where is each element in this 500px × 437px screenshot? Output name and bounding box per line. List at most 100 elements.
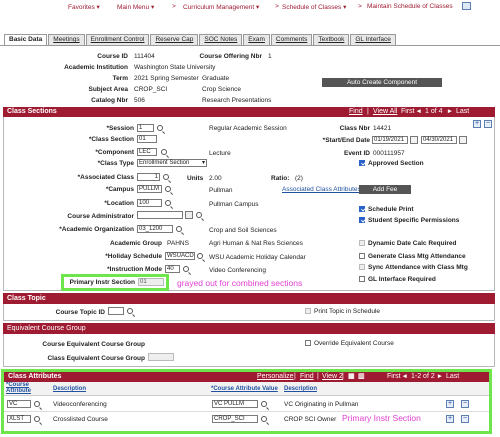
academic-org-input[interactable]: 03_1200 [137, 225, 173, 233]
attributes-last[interactable]: Last [446, 372, 459, 382]
holiday-search-icon[interactable] [197, 253, 203, 259]
holiday-schedule-input[interactable]: WSUACD [165, 252, 195, 260]
attribute-value-input[interactable]: VC PULLM [212, 400, 258, 408]
attributes-first[interactable]: First [387, 372, 401, 382]
nav-favorites[interactable]: Favorites ▾ [68, 3, 100, 11]
class-section-input[interactable]: 01 [137, 135, 157, 143]
institution-value: Washington State University [134, 64, 216, 71]
course-admin-input[interactable] [137, 211, 183, 219]
sections-last[interactable]: Last [456, 107, 469, 117]
col-description[interactable]: Description [53, 386, 86, 392]
tab-soc-notes[interactable]: SOC Notes [199, 34, 243, 45]
admin-lookup-icon[interactable] [185, 211, 193, 219]
col-course-attribute-value[interactable]: *Course Attribute Value [211, 386, 278, 392]
component-label: *Component [95, 149, 134, 156]
attribute-search-icon[interactable] [34, 401, 40, 407]
attribute-search-icon[interactable] [34, 416, 40, 422]
associated-class-input[interactable]: 1 [137, 173, 160, 181]
subject-desc: Crop Science [202, 86, 242, 93]
class-equiv-group-input [148, 353, 174, 361]
next-arrow-icon[interactable]: ▸ [438, 372, 442, 382]
calendar-icon[interactable] [459, 136, 467, 144]
session-input[interactable]: 1 [137, 124, 154, 132]
chevron-down-icon: ▾ [201, 160, 205, 166]
schedule-print-checkbox[interactable] [359, 206, 365, 212]
nav-main-menu[interactable]: Main Menu ▾ [117, 3, 154, 11]
tab-exam[interactable]: Exam [243, 34, 270, 45]
term-type: Graduate [202, 75, 230, 82]
session-search-icon[interactable] [157, 125, 163, 131]
sections-view-all-link[interactable]: View All [373, 107, 397, 117]
attribute-value-search-icon[interactable] [261, 401, 267, 407]
term-label: Term [112, 75, 128, 82]
component-search-icon[interactable] [161, 149, 167, 155]
attribute-desc: Videoconferencing [53, 401, 107, 408]
add-row-button[interactable]: + [446, 415, 454, 423]
campus-search-icon[interactable] [165, 186, 171, 192]
next-arrow-icon[interactable]: ▸ [448, 107, 452, 117]
instruction-mode-input[interactable]: 40 [165, 265, 180, 273]
course-topic-id-input[interactable] [108, 307, 124, 315]
class-type-label: *Class Type [97, 160, 134, 167]
attributes-view-link[interactable]: View 2 [322, 372, 343, 382]
component-input[interactable]: LEC [137, 148, 157, 156]
sync-attendance-checkbox [359, 264, 365, 270]
generate-mtg-checkbox[interactable] [359, 253, 365, 259]
col-value-description[interactable]: Description [284, 386, 317, 392]
holiday-desc: WSU Academic Holiday Calendar [209, 254, 306, 261]
admin-search-icon[interactable] [196, 212, 202, 218]
delete-section-button[interactable]: − [484, 120, 492, 128]
col-course-attribute[interactable]: *Course Attribute [6, 382, 42, 394]
tab-textbook[interactable]: Textbook [313, 34, 350, 45]
window-icon[interactable] [462, 2, 471, 10]
delete-row-button[interactable]: − [461, 415, 469, 423]
sections-first[interactable]: First [401, 107, 415, 117]
grid-icon[interactable]: ▦ [348, 372, 355, 382]
topic-search-icon[interactable] [127, 308, 133, 314]
approved-section-checkbox[interactable] [359, 160, 365, 166]
associated-class-attributes-link[interactable]: Associated Class Attributes [282, 186, 361, 193]
prev-arrow-icon[interactable]: ◂ [403, 372, 407, 382]
prev-arrow-icon[interactable]: ◂ [417, 107, 421, 117]
attributes-find-link[interactable]: Find [300, 372, 314, 382]
class-type-select[interactable]: Enrollment Section ▾ [137, 159, 207, 167]
nav-schedule-of-classes[interactable]: Schedule of Classes ▾ [282, 3, 346, 11]
gl-interface-checkbox[interactable] [359, 276, 365, 282]
auto-create-component-button[interactable]: Auto Create Component [322, 78, 442, 87]
nav-maintain-schedule[interactable]: Maintain Schedule of Classes [367, 3, 453, 10]
attribute-input[interactable]: XLST [7, 415, 31, 423]
tab-meetings[interactable]: Meetings [48, 34, 85, 45]
tab-gl-interface[interactable]: GL Interface [350, 34, 396, 45]
delete-row-button[interactable]: − [461, 400, 469, 408]
tab-enrollment-control[interactable]: Enrollment Control [85, 34, 150, 45]
start-date-input[interactable]: 01/19/2021 [372, 136, 408, 144]
sections-find-link[interactable]: Find [349, 107, 363, 117]
academic-org-search-icon[interactable] [176, 226, 182, 232]
nav-curriculum-management[interactable]: Curriculum Management ▾ [183, 3, 259, 11]
tab-basic-data[interactable]: Basic Data [4, 34, 48, 45]
download-icon[interactable]: ▥ [358, 372, 365, 382]
location-search-icon[interactable] [165, 200, 171, 206]
personalize-link[interactable]: Personalize [257, 372, 294, 382]
ratio-value: (2) [295, 175, 303, 182]
end-date-input[interactable]: 04/30/2021 [421, 136, 457, 144]
add-row-button[interactable]: + [446, 400, 454, 408]
override-equiv-checkbox[interactable] [305, 340, 311, 346]
add-section-button[interactable]: + [473, 120, 481, 128]
campus-input[interactable]: PULLM [137, 185, 162, 193]
class-section-label: *Class Section [88, 136, 134, 143]
associated-class-search-icon[interactable] [163, 174, 169, 180]
student-permissions-checkbox[interactable] [359, 217, 365, 223]
add-fee-button[interactable]: Add Fee [359, 185, 411, 194]
tab-reserve-cap[interactable]: Reserve Cap [150, 34, 199, 45]
location-input[interactable]: 100 [137, 199, 162, 207]
attribute-value-input[interactable]: CROP_SCI [212, 415, 258, 423]
instruction-mode-search-icon[interactable] [183, 266, 189, 272]
attribute-value-search-icon[interactable] [261, 416, 267, 422]
attribute-input[interactable]: VC [7, 400, 31, 408]
sections-pager: 1 of 4 [425, 108, 443, 115]
top-navigation: Favorites ▾ Main Menu ▾ > Curriculum Man… [0, 0, 500, 14]
calendar-icon[interactable] [410, 136, 418, 144]
tab-comments[interactable]: Comments [270, 34, 313, 45]
schedule-print-label: Schedule Print [368, 206, 414, 213]
